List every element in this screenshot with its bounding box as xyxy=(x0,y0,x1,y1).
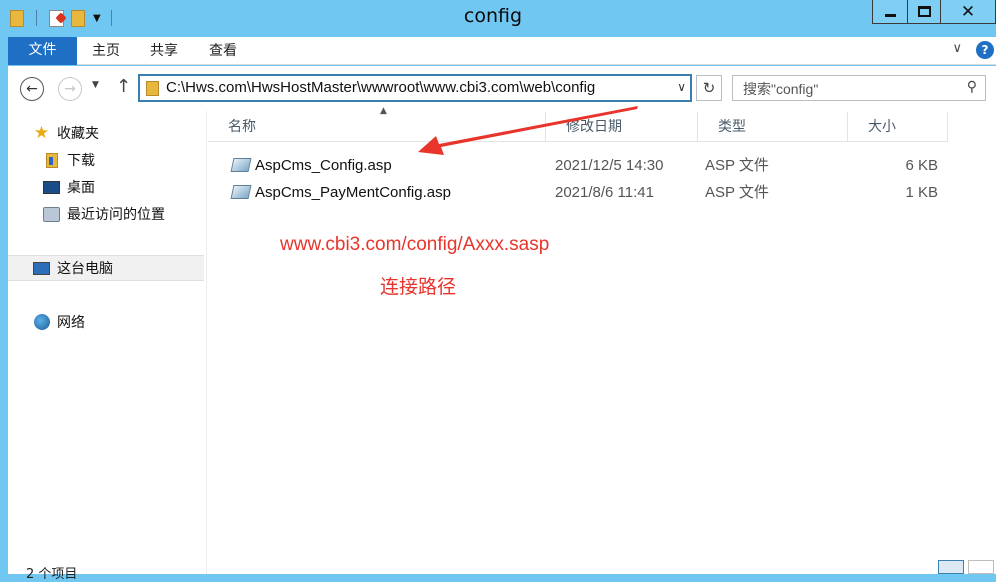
forward-button[interactable]: → xyxy=(58,77,82,101)
nav-item-downloads[interactable]: 下载 xyxy=(8,147,204,173)
file-type: ASP 文件 xyxy=(705,157,769,174)
file-name[interactable]: AspCms_PayMentConfig.asp xyxy=(255,179,451,206)
details-view-button[interactable] xyxy=(938,560,964,574)
refresh-icon: ↻ xyxy=(702,79,716,97)
minimize-button[interactable] xyxy=(872,0,908,24)
file-size: 6 KB xyxy=(905,157,938,174)
maximize-button[interactable] xyxy=(907,0,941,24)
nav-item-this-pc[interactable]: 这台电脑 xyxy=(8,255,204,281)
title-bar: ▼ config ✕ xyxy=(0,0,996,36)
star-icon: ★ xyxy=(33,123,50,143)
column-header-type[interactable]: 类型 xyxy=(698,112,848,142)
nav-item-network[interactable]: 网络 xyxy=(8,309,204,335)
network-icon xyxy=(33,314,50,330)
close-button[interactable]: ✕ xyxy=(940,0,996,24)
minimize-icon xyxy=(884,14,896,17)
folder-icon xyxy=(146,81,159,96)
this-pc-icon xyxy=(33,261,50,276)
address-path[interactable]: C:\Hws.com\HwsHostMaster\wwwroot\www.cbi… xyxy=(166,79,595,96)
expand-ribbon-chevron-icon[interactable]: ∨ xyxy=(952,41,962,56)
arrow-right-icon: → xyxy=(64,81,76,97)
downloads-folder-icon xyxy=(43,152,60,168)
asp-file-icon xyxy=(230,158,252,172)
desktop-icon xyxy=(43,180,60,195)
file-row[interactable]: AspCms_PayMentConfig.asp 2021/8/6 11:41 … xyxy=(208,179,948,206)
address-bar[interactable]: C:\Hws.com\HwsHostMaster\wwwroot\www.cbi… xyxy=(138,74,692,102)
help-icon[interactable]: ? xyxy=(976,41,994,59)
tab-home[interactable]: 主页 xyxy=(92,37,120,65)
arrow-left-icon: ← xyxy=(26,81,38,97)
annotation-caption: 连接路径 xyxy=(380,276,457,298)
nav-item-label: 最近访问的位置 xyxy=(67,207,165,223)
nav-item-favorites[interactable]: ★ 收藏夹 xyxy=(8,120,204,146)
up-button[interactable]: ↑ xyxy=(116,76,131,97)
nav-item-desktop[interactable]: 桌面 xyxy=(8,174,204,200)
file-name[interactable]: AspCms_Config.asp xyxy=(255,152,392,179)
file-date: 2021/8/6 11:41 xyxy=(555,184,654,201)
tab-file[interactable]: 文件 xyxy=(8,37,77,65)
column-header-size[interactable]: 大小 xyxy=(848,112,948,142)
status-item-count: 2 个项目 xyxy=(26,567,78,582)
explorer-body: ← → ▼ ↑ C:\Hws.com\HwsHostMaster\wwwroot… xyxy=(8,66,996,582)
asp-file-icon xyxy=(230,185,252,199)
nav-item-label: 桌面 xyxy=(67,180,95,196)
large-icons-view-button[interactable] xyxy=(968,560,994,574)
ribbon-tabs: 文件 主页 共享 查看 ∨ ? xyxy=(8,37,996,65)
close-icon: ✕ xyxy=(960,1,976,22)
nav-item-recent[interactable]: 最近访问的位置 xyxy=(8,201,204,227)
pane-divider[interactable] xyxy=(206,111,207,574)
explorer-window: ▼ config ✕ 文件 主页 共享 查看 ∨ ? ← → ▼ ↑ C:\Hw… xyxy=(0,0,996,582)
search-box[interactable]: 搜索"config" ⚲ xyxy=(732,75,986,101)
address-history-chevron-icon[interactable]: ∨ xyxy=(677,80,686,94)
back-button[interactable]: ← xyxy=(20,77,44,101)
tab-share[interactable]: 共享 xyxy=(150,37,178,65)
search-icon[interactable]: ⚲ xyxy=(967,79,977,95)
nav-item-label: 收藏夹 xyxy=(57,126,99,142)
nav-item-label: 下载 xyxy=(67,153,95,169)
nav-item-label: 网络 xyxy=(57,315,85,331)
maximize-icon xyxy=(917,6,931,17)
recent-places-icon xyxy=(43,206,60,222)
recent-locations-chevron-icon[interactable]: ▼ xyxy=(92,80,99,90)
tab-view[interactable]: 查看 xyxy=(209,37,237,65)
refresh-button[interactable]: ↻ xyxy=(696,75,722,101)
annotation-arrow xyxy=(418,106,638,155)
window-title: config xyxy=(463,5,523,27)
search-input[interactable]: 搜索"config" xyxy=(743,79,818,99)
annotation-url: www.cbi3.com/config/Axxx.sasp xyxy=(280,234,550,255)
nav-item-label: 这台电脑 xyxy=(57,261,113,277)
file-size: 1 KB xyxy=(905,184,938,201)
file-type: ASP 文件 xyxy=(705,184,769,201)
